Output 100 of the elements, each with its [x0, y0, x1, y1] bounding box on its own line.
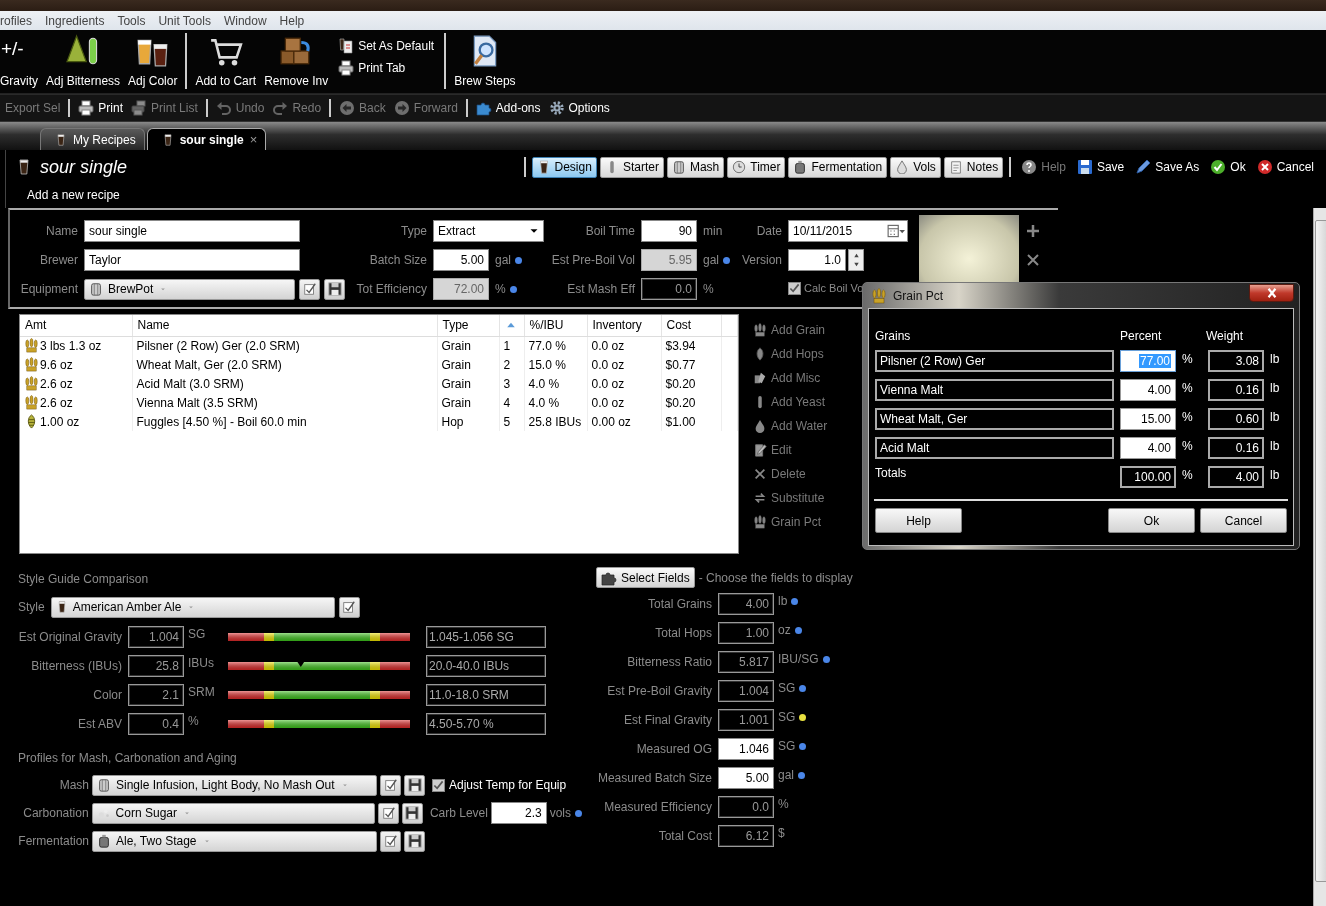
percent-field[interactable]: 4.00 [1120, 437, 1176, 459]
unit-label: SG [188, 627, 207, 641]
totals-label: Totals [875, 466, 908, 480]
wheat-icon [871, 287, 887, 304]
input-field[interactable]: 1.046 [718, 738, 774, 760]
unit-label: % [1182, 468, 1194, 482]
view-tab[interactable]: Notes [943, 156, 1004, 178]
edit-button[interactable] [380, 774, 401, 796]
menu-item[interactable]: Help [273, 13, 311, 28]
view-tab[interactable]: Starter [599, 156, 664, 178]
field-label: Bitterness Ratio [626, 655, 712, 669]
plus-icon [1025, 223, 1041, 239]
edit-button[interactable] [299, 278, 321, 300]
edit-check-icon [383, 778, 398, 792]
edit-button[interactable] [338, 596, 360, 618]
table-cell: Grain [437, 393, 499, 412]
unit-label: % [1182, 381, 1194, 395]
view-tab[interactable]: Timer [727, 156, 786, 178]
view-tab[interactable]: Vols [890, 156, 941, 178]
input-field[interactable]: 5.00 [433, 249, 489, 271]
edit-button[interactable] [378, 802, 399, 824]
toolbar-button[interactable]: Options [544, 100, 614, 116]
toolbar-button[interactable]: +/- Gravity [0, 30, 42, 93]
save-button[interactable] [404, 774, 425, 796]
field-label: Est Pre-Boil Gravity [606, 684, 712, 698]
toolbar-button[interactable]: Ok [1206, 159, 1250, 175]
dialog-button[interactable]: Help [875, 508, 962, 533]
save-button[interactable] [324, 278, 345, 300]
percent-field[interactable]: 15.00 [1120, 408, 1176, 430]
toolbar-button[interactable]: Adj Bitterness [42, 30, 125, 93]
input-field[interactable]: 90 [641, 220, 697, 242]
toolbar-button[interactable]: Set As Default [338, 38, 435, 54]
input-field[interactable]: sour single [84, 220, 300, 242]
field-label: Version [741, 253, 782, 267]
dialog-button[interactable]: Cancel [1200, 508, 1287, 533]
toolbar-button[interactable]: Print [74, 100, 128, 116]
view-tab[interactable]: Design [531, 156, 597, 178]
menu-item[interactable]: Unit Tools [151, 13, 218, 28]
profile-dropdown[interactable]: Ale, Two Stage [92, 830, 377, 852]
view-tab[interactable]: Fermentation [788, 156, 888, 178]
unit-label: % [1182, 352, 1194, 366]
toolbar-button[interactable]: Adj Color [124, 30, 182, 93]
column-header[interactable]: Type [437, 315, 499, 336]
recipe-tab[interactable]: sour single × [146, 128, 267, 150]
toolbar-button[interactable]: Brew Steps [450, 30, 520, 93]
field-label: Bitterness (IBUs) [30, 659, 122, 673]
column-header[interactable]: Amt [20, 315, 132, 336]
field-label: Type [401, 224, 427, 238]
menu-item[interactable]: rofiles [0, 13, 39, 28]
select-fields-button[interactable]: Select Fields [596, 567, 695, 588]
readonly-field: Acid Malt [875, 437, 1114, 459]
field-label: Tot Efficiency [356, 282, 427, 296]
menu-item[interactable]: Window [217, 13, 274, 28]
close-button[interactable] [1249, 283, 1294, 302]
readonly-field: 100.00 [1120, 466, 1176, 488]
column-header[interactable]: Name [132, 315, 437, 336]
toolbar-button[interactable]: Add to Cart [191, 30, 261, 93]
toolbar-button[interactable]: Print Tab [338, 60, 435, 76]
recipe-subtitle: Add a new recipe [26, 188, 121, 202]
profile-dropdown[interactable]: Corn Sugar [91, 802, 376, 824]
column-header[interactable]: %/IBU [524, 315, 587, 336]
toolbar-button[interactable]: Save [1072, 159, 1129, 175]
profile-dropdown[interactable]: Single Infusion, Light Body, No Mash Out [92, 774, 377, 796]
field-label: Est Pre-Boil Vol [551, 253, 635, 267]
table-cell: 0.0 oz [587, 355, 661, 374]
column-header[interactable]: Inventory [587, 315, 661, 336]
drop-icon [895, 160, 910, 174]
field-label: Carbonation [22, 806, 89, 820]
edit-button[interactable] [380, 830, 401, 852]
recipe-tab[interactable]: My Recipes [40, 128, 145, 150]
adjust-temp-checkbox[interactable]: Adjust Temp for Equip [432, 778, 567, 792]
spin-button[interactable] [848, 249, 864, 271]
toolbar-button[interactable]: Save As [1131, 159, 1204, 175]
readonly-field: Pilsner (2 Row) Ger [875, 350, 1114, 372]
equipment-dropdown[interactable]: BrewPot [84, 278, 296, 300]
dialog-button[interactable]: Ok [1108, 508, 1195, 533]
input-field[interactable]: 2.3 [490, 802, 547, 824]
style-dropdown[interactable]: American Amber Ale [50, 596, 335, 618]
column-header[interactable]: Cost [661, 315, 721, 336]
percent-field[interactable]: 4.00 [1120, 379, 1176, 401]
menu-item[interactable]: Tools [110, 13, 152, 28]
date-picker[interactable]: 10/11/2015 [788, 220, 908, 242]
menu-item[interactable]: Ingredients [38, 13, 111, 28]
type-dropdown[interactable]: Extract [433, 220, 544, 242]
toolbar-button[interactable]: Cancel [1252, 159, 1318, 175]
toolbar-button[interactable]: Add-ons [471, 100, 545, 116]
help-icon [1021, 159, 1038, 175]
unit-label: % [495, 282, 506, 296]
scrollbar[interactable] [1313, 208, 1326, 906]
table-cell: 15.0 % [524, 355, 587, 374]
view-tab[interactable]: Mash [666, 156, 725, 178]
field-label: Date [756, 224, 782, 238]
input-field[interactable]: Taylor [84, 249, 300, 271]
input-field[interactable]: 5.00 [718, 767, 774, 789]
clock-icon [732, 160, 747, 174]
toolbar-button[interactable]: Remove Inv [260, 30, 333, 93]
save-button[interactable] [402, 802, 423, 824]
save-button[interactable] [404, 830, 425, 852]
field-label: Carb Level [429, 806, 488, 820]
input-field[interactable]: 1.0 [788, 249, 846, 271]
